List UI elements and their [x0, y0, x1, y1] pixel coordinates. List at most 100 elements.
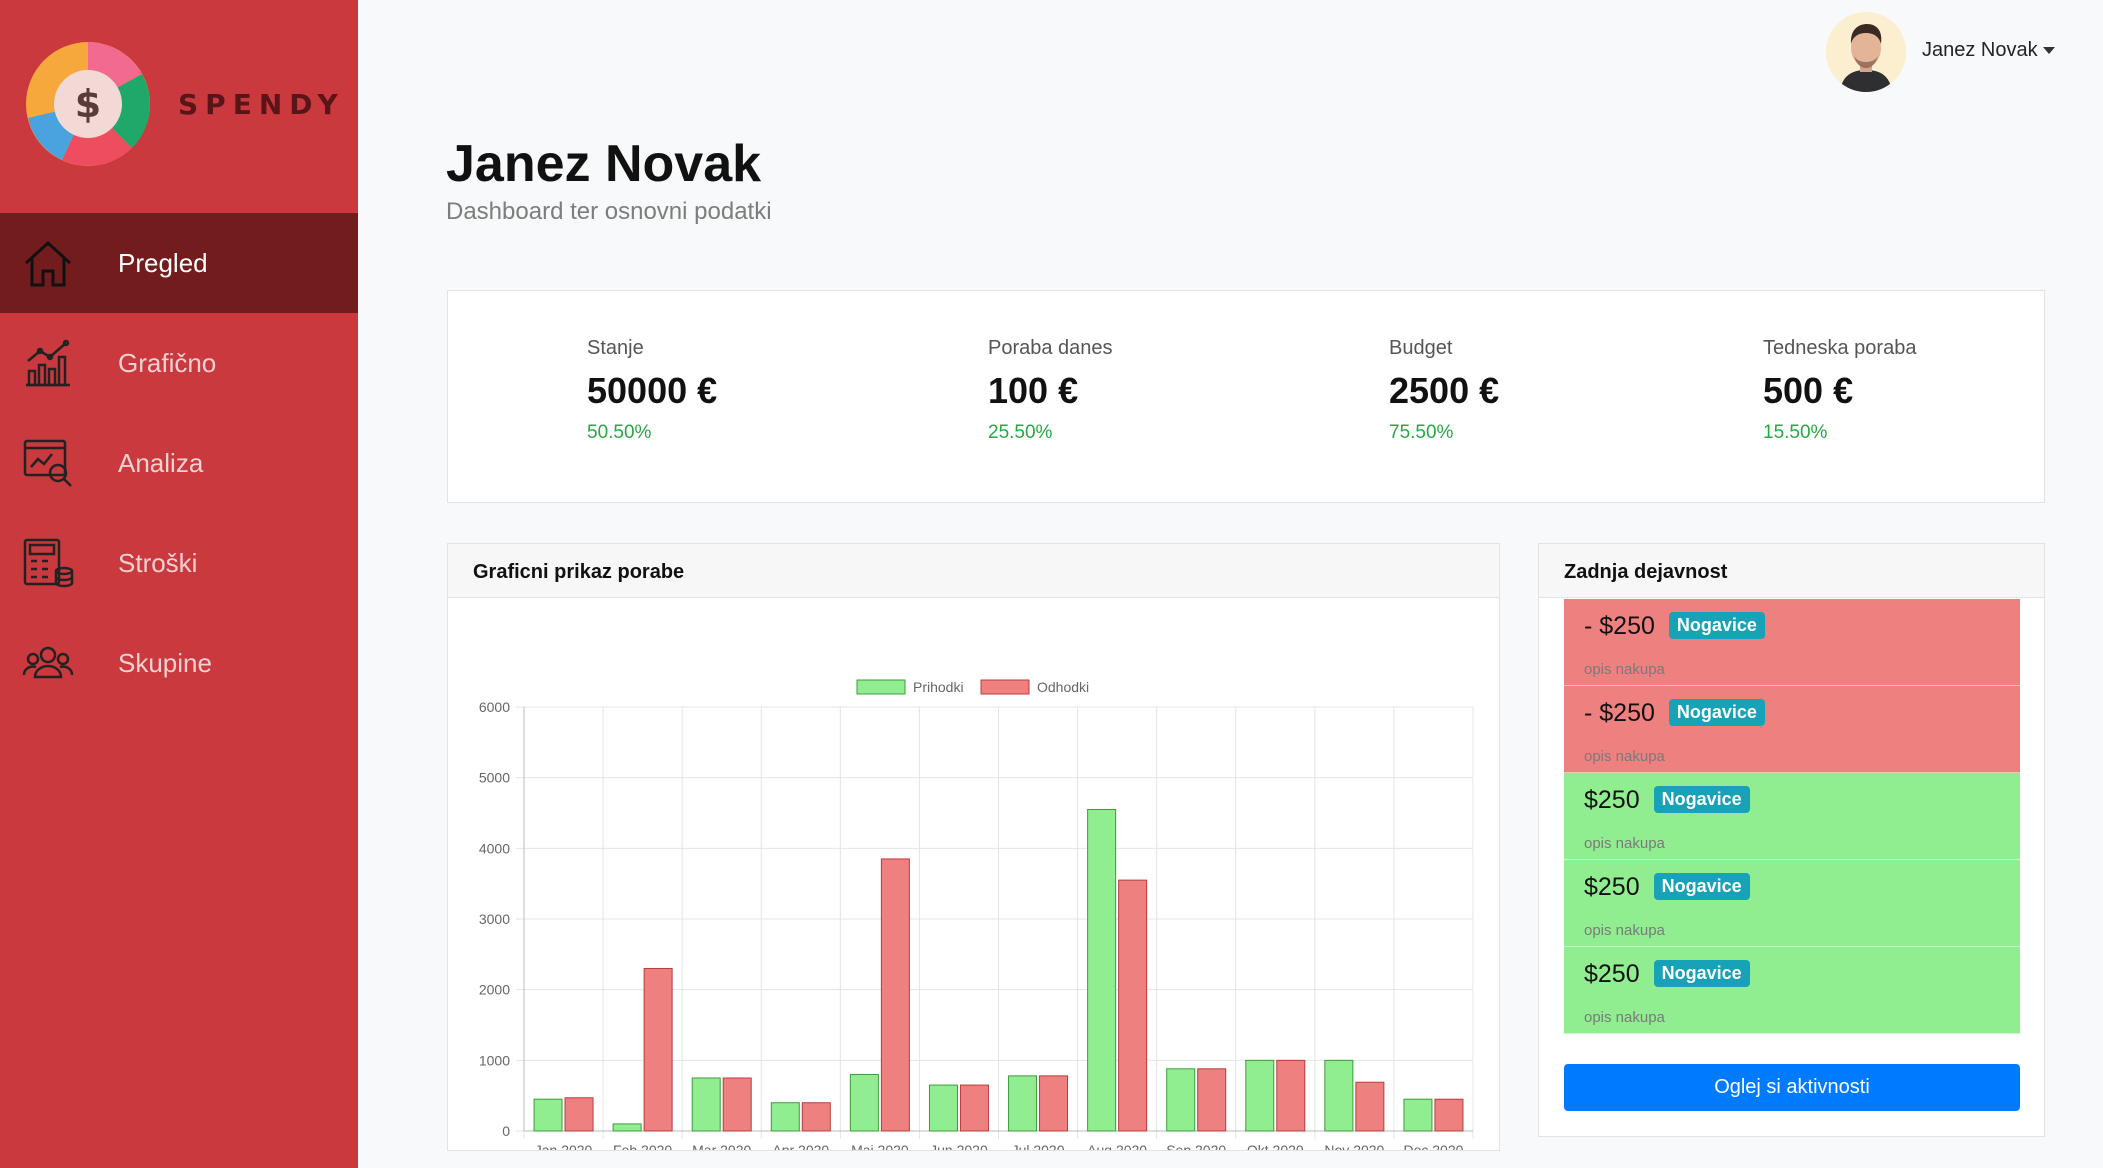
x-tick-label: Aug 2020 [1087, 1142, 1147, 1150]
legend-label: Odhodki [1037, 679, 1089, 695]
stat-poraba-danes: Poraba danes 100 € 25.50% [988, 337, 1113, 444]
bar-odhodki-9 [1276, 1059, 1306, 1132]
bar-odhodki-7 [1118, 879, 1148, 1132]
y-tick-label: 2000 [479, 982, 510, 998]
view-activities-button[interactable]: Oglej si aktivnosti [1564, 1064, 2020, 1111]
y-tick-label: 1000 [479, 1052, 510, 1068]
bar-odhodki-1 [643, 967, 673, 1132]
activity-description: opis nakupa [1584, 835, 1665, 852]
page-title: Janez Novak [446, 135, 762, 193]
bar-prihodki-4 [849, 1073, 879, 1132]
bar-odhodki-11 [1434, 1098, 1464, 1132]
x-tick-label: Sep 2020 [1166, 1142, 1226, 1150]
stat-percent: 75.50% [1389, 422, 1454, 443]
stats-card: Stanje 50000 € 50.50% Poraba danes 100 €… [447, 290, 2045, 503]
stat-value: 500 € [1763, 370, 1854, 411]
sidebar: $ SPENDY Pregled Grafično Analiza Strošk… [0, 0, 358, 1168]
category-badge: Nogavice [1653, 960, 1750, 987]
x-tick-label: Apr 2020 [772, 1142, 829, 1150]
x-tick-label: Maj 2020 [851, 1142, 909, 1150]
stat-label: Poraba danes [988, 337, 1113, 359]
list-item[interactable]: - $250 Nogavice opis nakupa [1564, 599, 2020, 686]
activity-amount: $250 Nogavice [1584, 960, 1750, 989]
y-tick-label: 6000 [479, 699, 510, 715]
page-subtitle: Dashboard ter osnovni podatki [446, 198, 772, 225]
y-tick-label: 5000 [479, 770, 510, 786]
activity-description: opis nakupa [1584, 1009, 1665, 1026]
category-badge: Nogavice [1653, 786, 1750, 813]
list-item[interactable]: - $250 Nogavice opis nakupa [1564, 686, 2020, 773]
bar-odhodki-2 [722, 1077, 752, 1132]
x-tick-label: Okt 2020 [1247, 1142, 1304, 1150]
bar-odhodki-5 [959, 1084, 989, 1132]
sidebar-item-label: Grafično [118, 347, 217, 378]
bar-chart-icon [26, 339, 70, 387]
sidebar-item-skupine[interactable]: Skupine [0, 613, 358, 713]
bar-prihodki-11 [1403, 1098, 1433, 1132]
stat-label: Stanje [587, 337, 644, 359]
bar-prihodki-0 [533, 1098, 563, 1132]
activity-card-title: Zadnja dejavnost [1539, 544, 2044, 598]
bar-prihodki-3 [770, 1102, 800, 1132]
stat-value: 2500 € [1389, 370, 1500, 411]
avatar[interactable] [1826, 12, 1906, 92]
activity-description: opis nakupa [1584, 661, 1665, 678]
activity-list: - $250 Nogavice opis nakupa - $250 Nogavic… [1564, 599, 2020, 1034]
sidebar-item-label: Analiza [118, 447, 204, 478]
stat-stanje: Stanje 50000 € 50.50% [587, 337, 717, 444]
topbar [405, 0, 2065, 100]
bar-odhodki-4 [880, 858, 910, 1132]
brand-name: SPENDY [178, 88, 345, 121]
stat-percent: 15.50% [1763, 422, 1828, 443]
bar-odhodki-10 [1355, 1081, 1385, 1132]
stat-label: Tedneska poraba [1763, 337, 1917, 359]
group-icon [22, 646, 74, 679]
x-tick-label: Jun 2020 [930, 1142, 988, 1150]
x-tick-label: Nov 2020 [1324, 1142, 1384, 1150]
spending-bar-chart: 0 1000 2000 3000 4000 5000 6000 Jan 2020 Feb 202… [479, 679, 1474, 1150]
x-tick-label: Mar 2020 [692, 1142, 751, 1150]
sidebar-item-pregled[interactable]: Pregled [0, 213, 358, 313]
chevron-down-icon[interactable] [2043, 47, 2055, 54]
bar-odhodki-8 [1197, 1068, 1227, 1132]
bar-prihodki-9 [1245, 1059, 1275, 1132]
x-tick-label: Dec 2020 [1403, 1142, 1463, 1150]
bar-prihodki-6 [1008, 1075, 1038, 1132]
sidebar-item-analiza[interactable]: Analiza [0, 413, 358, 513]
analysis-icon [23, 439, 72, 487]
spendy-logo: $ [26, 42, 150, 166]
bar-prihodki-8 [1166, 1068, 1196, 1132]
x-tick-label: Jan 2020 [535, 1142, 593, 1150]
user-menu[interactable]: Janez Novak [1922, 39, 2038, 62]
list-item[interactable]: $250 Nogavice opis nakupa [1564, 860, 2020, 947]
bar-odhodki-6 [1039, 1075, 1069, 1132]
activity-amount: - $250 Nogavice [1584, 612, 1765, 641]
activity-card: Zadnja dejavnost - $250 Nogavice opis nak… [1538, 543, 2045, 1137]
category-badge: Nogavice [1668, 699, 1765, 726]
sidebar-item-label: Stroški [118, 547, 198, 578]
legend-swatch [856, 679, 906, 695]
stat-budget: Budget 2500 € 75.50% [1389, 337, 1499, 444]
bar-odhodki-3 [801, 1102, 831, 1132]
sidebar-item-stroski[interactable]: Stroški [0, 513, 358, 613]
activity-description: opis nakupa [1584, 922, 1665, 939]
y-tick-label: 4000 [479, 840, 510, 856]
stat-percent: 50.50% [587, 422, 652, 443]
x-tick-label: Jul 2020 [1012, 1142, 1065, 1150]
y-tick-label: 3000 [479, 911, 510, 927]
stat-value: 50000 € [587, 370, 718, 411]
sidebar-item-graficno[interactable]: Grafično [0, 313, 358, 413]
amount-text: $250 [1584, 786, 1640, 814]
stat-label: Budget [1389, 337, 1453, 359]
sidebar-item-label: Skupine [118, 647, 212, 678]
x-tick-label: Feb 2020 [613, 1142, 672, 1150]
list-item[interactable]: $250 Nogavice opis nakupa [1564, 947, 2020, 1034]
amount-text: - $250 [1584, 699, 1655, 727]
sidebar-nav: Pregled Grafično Analiza Stroški Skupine [0, 213, 358, 713]
chart-card-title: Graficni prikaz porabe [448, 544, 1499, 598]
amount-text: $250 [1584, 873, 1640, 901]
sidebar-item-label: Pregled [118, 247, 208, 278]
stat-tedenska-poraba: Tedneska poraba 500 € 15.50% [1763, 337, 1916, 444]
logo-symbol: $ [75, 82, 101, 126]
list-item[interactable]: $250 Nogavice opis nakupa [1564, 773, 2020, 860]
